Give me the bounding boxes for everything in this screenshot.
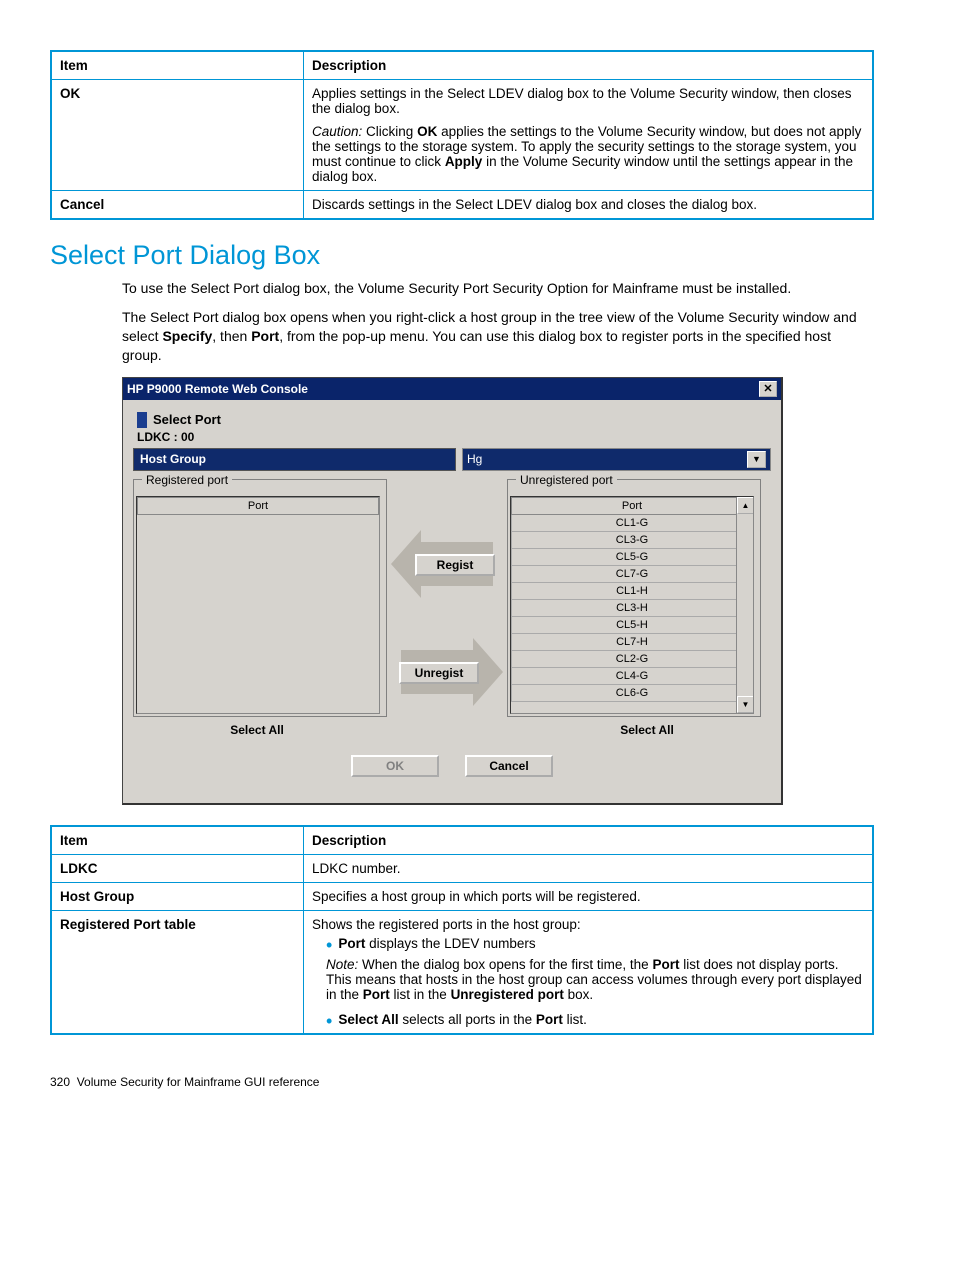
unregist-arrow: Unregist	[397, 638, 497, 706]
table-row: OK Applies settings in the Select LDEV d…	[51, 80, 873, 191]
port-column-header: Port	[138, 497, 379, 514]
regist-button[interactable]: Regist	[415, 554, 495, 576]
dialog-title: HP P9000 Remote Web Console	[127, 382, 308, 396]
scroll-up-icon[interactable]: ▲	[737, 497, 754, 514]
bullet-icon: •	[326, 935, 332, 955]
page-footer: 320 Volume Security for Mainframe GUI re…	[50, 1075, 874, 1089]
cancel-button[interactable]: Cancel	[465, 755, 553, 777]
host-group-label: Host Group	[133, 448, 456, 471]
close-icon[interactable]: ✕	[759, 381, 777, 397]
th-item: Item	[51, 826, 304, 855]
unregistered-legend: Unregistered port	[516, 473, 617, 487]
dialog-titlebar: HP P9000 Remote Web Console ✕	[123, 378, 781, 400]
table-row: Host Group Specifies a host group in whi…	[51, 882, 873, 910]
table-row: Cancel Discards settings in the Select L…	[51, 191, 873, 220]
list-item: CL2-G	[512, 650, 753, 667]
paragraph: The Select Port dialog box opens when yo…	[122, 308, 874, 365]
list-item: CL6-G	[512, 684, 753, 701]
cell-desc: Discards settings in the Select LDEV dia…	[304, 191, 874, 220]
regist-arrow: Regist	[397, 530, 497, 598]
caution-label: Caution:	[312, 124, 362, 139]
registered-legend: Registered port	[142, 473, 232, 487]
th-item: Item	[51, 51, 304, 80]
list-item: CL5-H	[512, 616, 753, 633]
list-item: CL3-H	[512, 599, 753, 616]
accent-square	[137, 412, 147, 428]
unregistered-port-list[interactable]: Port CL1-G CL3-G CL5-G CL7-G CL1-H CL3-H…	[510, 496, 754, 714]
host-group-select[interactable]: Hg ▼	[462, 448, 771, 471]
list-item: CL1-H	[512, 582, 753, 599]
list-item: CL5-G	[512, 548, 753, 565]
cell-item: OK	[60, 86, 80, 101]
section-title: Select Port Dialog Box	[50, 240, 874, 271]
list-item: CL1-G	[512, 514, 753, 531]
th-desc: Description	[304, 51, 874, 80]
list-item: CL3-G	[512, 531, 753, 548]
registered-port-list[interactable]: Port	[136, 496, 380, 714]
cell-item: Cancel	[60, 197, 104, 212]
list-item: CL7-H	[512, 633, 753, 650]
th-desc: Description	[304, 826, 874, 855]
list-item: CL7-G	[512, 565, 753, 582]
port-column-header: Port	[512, 497, 753, 514]
paragraph: To use the Select Port dialog box, the V…	[122, 279, 874, 298]
table-ok-cancel: Item Description OK Applies settings in …	[50, 50, 874, 220]
host-group-value: Hg	[467, 452, 482, 466]
select-all-registered-button[interactable]: Select All	[133, 719, 381, 741]
select-port-label: Select Port	[153, 412, 221, 427]
select-port-dialog-screenshot: HP P9000 Remote Web Console ✕ Select Por…	[122, 377, 874, 805]
scroll-down-icon[interactable]: ▼	[737, 696, 754, 713]
ldkc-label: LDKC : 00	[137, 430, 771, 444]
select-all-unregistered-button[interactable]: Select All	[523, 719, 771, 741]
table-select-port-items: Item Description LDKC LDKC number. Host …	[50, 825, 874, 1035]
ok-button[interactable]: OK	[351, 755, 439, 777]
chevron-down-icon[interactable]: ▼	[747, 451, 766, 468]
cell-desc: Applies settings in the Select LDEV dial…	[304, 80, 874, 191]
bullet-icon: •	[326, 1011, 332, 1031]
list-item: CL4-G	[512, 667, 753, 684]
table-row: LDKC LDKC number.	[51, 854, 873, 882]
note-label: Note:	[326, 957, 358, 972]
table-row: Registered Port table Shows the register…	[51, 910, 873, 1034]
unregist-button[interactable]: Unregist	[399, 662, 479, 684]
